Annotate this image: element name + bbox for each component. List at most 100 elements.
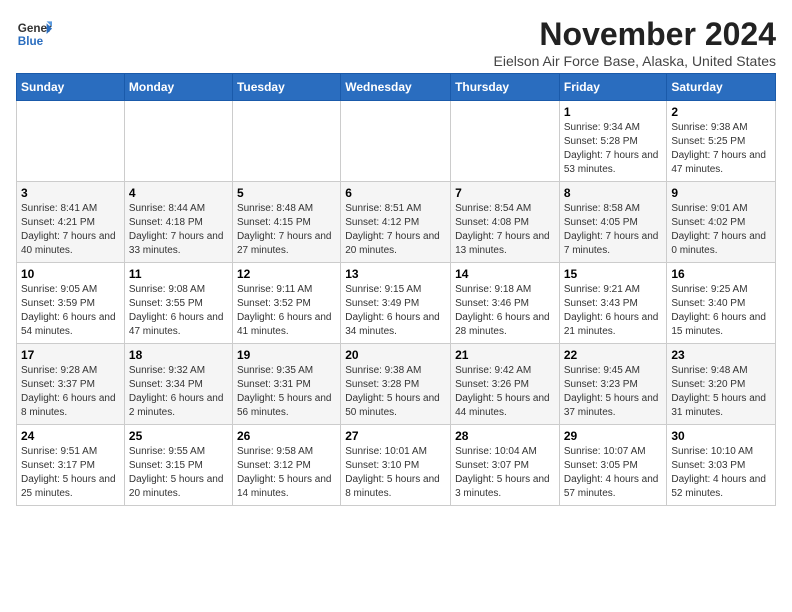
page-title: November 2024 bbox=[494, 16, 776, 53]
calendar-header: SundayMondayTuesdayWednesdayThursdayFrid… bbox=[17, 74, 776, 101]
day-info: Sunrise: 10:10 AMSunset: 3:03 PMDaylight… bbox=[671, 445, 771, 501]
day-cell: 11 Sunrise: 9:08 AMSunset: 3:55 PMDayligh… bbox=[124, 263, 232, 344]
day-cell: 21 Sunrise: 9:42 AMSunset: 3:26 PMDayligh… bbox=[451, 344, 560, 425]
day-info: Sunrise: 10:07 AMSunset: 3:05 PMDaylight… bbox=[564, 445, 663, 501]
week-row-3: 10 Sunrise: 9:05 AMSunset: 3:59 PMDayligh… bbox=[17, 263, 776, 344]
day-cell: 19Sunrise: 9:35 AMSunset: 3:31 PMDayligh… bbox=[232, 344, 340, 425]
day-cell: 12Sunrise: 9:11 AMSunset: 3:52 PMDayligh… bbox=[232, 263, 340, 344]
day-info: Sunrise: 8:54 AMSunset: 4:08 PMDaylight:… bbox=[455, 202, 555, 258]
day-number: 11 bbox=[129, 267, 228, 281]
day-cell: 15 Sunrise: 9:21 AMSunset: 3:43 PMDayligh… bbox=[559, 263, 667, 344]
day-cell: 6 Sunrise: 8:51 AMSunset: 4:12 PMDaylight… bbox=[341, 182, 451, 263]
day-number: 12 bbox=[237, 267, 336, 281]
day-cell: 3 Sunrise: 8:41 AMSunset: 4:21 PMDaylight… bbox=[17, 182, 125, 263]
day-cell: 7 Sunrise: 8:54 AMSunset: 4:08 PMDaylight… bbox=[451, 182, 560, 263]
day-number: 18 bbox=[129, 348, 228, 362]
day-info: Sunrise: 9:55 AMSunset: 3:15 PMDaylight:… bbox=[129, 445, 228, 501]
day-info: Sunrise: 9:08 AMSunset: 3:55 PMDaylight:… bbox=[129, 283, 228, 339]
day-info: Sunrise: 8:48 AMSunset: 4:15 PMDaylight:… bbox=[237, 202, 336, 258]
day-info: Sunrise: 8:41 AMSunset: 4:21 PMDaylight:… bbox=[21, 202, 120, 258]
day-cell: 16Sunrise: 9:25 AMSunset: 3:40 PMDayligh… bbox=[667, 263, 776, 344]
calendar-body: 1 Sunrise: 9:34 AMSunset: 5:28 PMDaylight… bbox=[17, 101, 776, 506]
day-cell: 10 Sunrise: 9:05 AMSunset: 3:59 PMDayligh… bbox=[17, 263, 125, 344]
day-cell: 18Sunrise: 9:32 AMSunset: 3:34 PMDayligh… bbox=[124, 344, 232, 425]
day-cell: 24Sunrise: 9:51 AMSunset: 3:17 PMDayligh… bbox=[17, 425, 125, 506]
day-number: 8 bbox=[564, 186, 663, 200]
header-cell-friday: Friday bbox=[559, 74, 667, 101]
header-cell-saturday: Saturday bbox=[667, 74, 776, 101]
header-row: SundayMondayTuesdayWednesdayThursdayFrid… bbox=[17, 74, 776, 101]
day-cell: 30 Sunrise: 10:10 AMSunset: 3:03 PMDaylig… bbox=[667, 425, 776, 506]
day-info: Sunrise: 9:01 AMSunset: 4:02 PMDaylight:… bbox=[671, 202, 771, 258]
day-cell bbox=[341, 101, 451, 182]
day-info: Sunrise: 9:48 AMSunset: 3:20 PMDaylight:… bbox=[671, 364, 771, 420]
header-cell-sunday: Sunday bbox=[17, 74, 125, 101]
day-cell bbox=[232, 101, 340, 182]
day-number: 20 bbox=[345, 348, 446, 362]
day-info: Sunrise: 9:34 AMSunset: 5:28 PMDaylight:… bbox=[564, 121, 663, 177]
day-cell bbox=[451, 101, 560, 182]
day-info: Sunrise: 9:35 AMSunset: 3:31 PMDaylight:… bbox=[237, 364, 336, 420]
day-info: Sunrise: 9:25 AMSunset: 3:40 PMDaylight:… bbox=[671, 283, 771, 339]
day-number: 17 bbox=[21, 348, 120, 362]
day-number: 1 bbox=[564, 105, 663, 119]
logo: General Blue bbox=[16, 16, 52, 52]
day-info: Sunrise: 9:38 AMSunset: 3:28 PMDaylight:… bbox=[345, 364, 446, 420]
day-info: Sunrise: 9:38 AMSunset: 5:25 PMDaylight:… bbox=[671, 121, 771, 177]
day-number: 23 bbox=[671, 348, 771, 362]
day-number: 5 bbox=[237, 186, 336, 200]
day-cell: 13Sunrise: 9:15 AMSunset: 3:49 PMDayligh… bbox=[341, 263, 451, 344]
calendar-table: SundayMondayTuesdayWednesdayThursdayFrid… bbox=[16, 73, 776, 506]
day-cell: 14 Sunrise: 9:18 AMSunset: 3:46 PMDayligh… bbox=[451, 263, 560, 344]
day-cell: 17 Sunrise: 9:28 AMSunset: 3:37 PMDayligh… bbox=[17, 344, 125, 425]
day-number: 29 bbox=[564, 429, 663, 443]
day-info: Sunrise: 8:51 AMSunset: 4:12 PMDaylight:… bbox=[345, 202, 446, 258]
day-number: 28 bbox=[455, 429, 555, 443]
day-info: Sunrise: 8:58 AMSunset: 4:05 PMDaylight:… bbox=[564, 202, 663, 258]
day-cell: 5 Sunrise: 8:48 AMSunset: 4:15 PMDaylight… bbox=[232, 182, 340, 263]
day-number: 15 bbox=[564, 267, 663, 281]
day-cell: 25Sunrise: 9:55 AMSunset: 3:15 PMDayligh… bbox=[124, 425, 232, 506]
svg-text:Blue: Blue bbox=[18, 35, 44, 48]
day-cell: 23 Sunrise: 9:48 AMSunset: 3:20 PMDayligh… bbox=[667, 344, 776, 425]
day-info: Sunrise: 9:18 AMSunset: 3:46 PMDaylight:… bbox=[455, 283, 555, 339]
day-cell: 4Sunrise: 8:44 AMSunset: 4:18 PMDaylight… bbox=[124, 182, 232, 263]
day-cell bbox=[124, 101, 232, 182]
day-cell: 27Sunrise: 10:01 AMSunset: 3:10 PMDaylig… bbox=[341, 425, 451, 506]
page-header: General Blue November 2024 Eielson Air F… bbox=[16, 16, 776, 69]
header-cell-tuesday: Tuesday bbox=[232, 74, 340, 101]
week-row-1: 1 Sunrise: 9:34 AMSunset: 5:28 PMDaylight… bbox=[17, 101, 776, 182]
day-number: 27 bbox=[345, 429, 446, 443]
week-row-4: 17 Sunrise: 9:28 AMSunset: 3:37 PMDayligh… bbox=[17, 344, 776, 425]
day-cell: 8 Sunrise: 8:58 AMSunset: 4:05 PMDaylight… bbox=[559, 182, 667, 263]
day-info: Sunrise: 9:42 AMSunset: 3:26 PMDaylight:… bbox=[455, 364, 555, 420]
day-info: Sunrise: 9:58 AMSunset: 3:12 PMDaylight:… bbox=[237, 445, 336, 501]
day-number: 4 bbox=[129, 186, 228, 200]
day-number: 10 bbox=[21, 267, 120, 281]
day-number: 9 bbox=[671, 186, 771, 200]
day-number: 3 bbox=[21, 186, 120, 200]
day-number: 22 bbox=[564, 348, 663, 362]
day-number: 26 bbox=[237, 429, 336, 443]
day-number: 6 bbox=[345, 186, 446, 200]
day-cell: 20 Sunrise: 9:38 AMSunset: 3:28 PMDayligh… bbox=[341, 344, 451, 425]
day-number: 14 bbox=[455, 267, 555, 281]
day-info: Sunrise: 9:28 AMSunset: 3:37 PMDaylight:… bbox=[21, 364, 120, 420]
day-cell: 22 Sunrise: 9:45 AMSunset: 3:23 PMDayligh… bbox=[559, 344, 667, 425]
day-cell: 9 Sunrise: 9:01 AMSunset: 4:02 PMDaylight… bbox=[667, 182, 776, 263]
day-number: 7 bbox=[455, 186, 555, 200]
day-info: Sunrise: 9:45 AMSunset: 3:23 PMDaylight:… bbox=[564, 364, 663, 420]
day-cell bbox=[17, 101, 125, 182]
day-info: Sunrise: 9:05 AMSunset: 3:59 PMDaylight:… bbox=[21, 283, 120, 339]
day-number: 21 bbox=[455, 348, 555, 362]
day-number: 13 bbox=[345, 267, 446, 281]
week-row-2: 3 Sunrise: 8:41 AMSunset: 4:21 PMDaylight… bbox=[17, 182, 776, 263]
day-info: Sunrise: 10:04 AMSunset: 3:07 PMDaylight… bbox=[455, 445, 555, 501]
page-subtitle: Eielson Air Force Base, Alaska, United S… bbox=[494, 53, 776, 69]
day-number: 30 bbox=[671, 429, 771, 443]
header-cell-thursday: Thursday bbox=[451, 74, 560, 101]
week-row-5: 24Sunrise: 9:51 AMSunset: 3:17 PMDayligh… bbox=[17, 425, 776, 506]
day-info: Sunrise: 9:21 AMSunset: 3:43 PMDaylight:… bbox=[564, 283, 663, 339]
day-info: Sunrise: 9:51 AMSunset: 3:17 PMDaylight:… bbox=[21, 445, 120, 501]
header-cell-monday: Monday bbox=[124, 74, 232, 101]
